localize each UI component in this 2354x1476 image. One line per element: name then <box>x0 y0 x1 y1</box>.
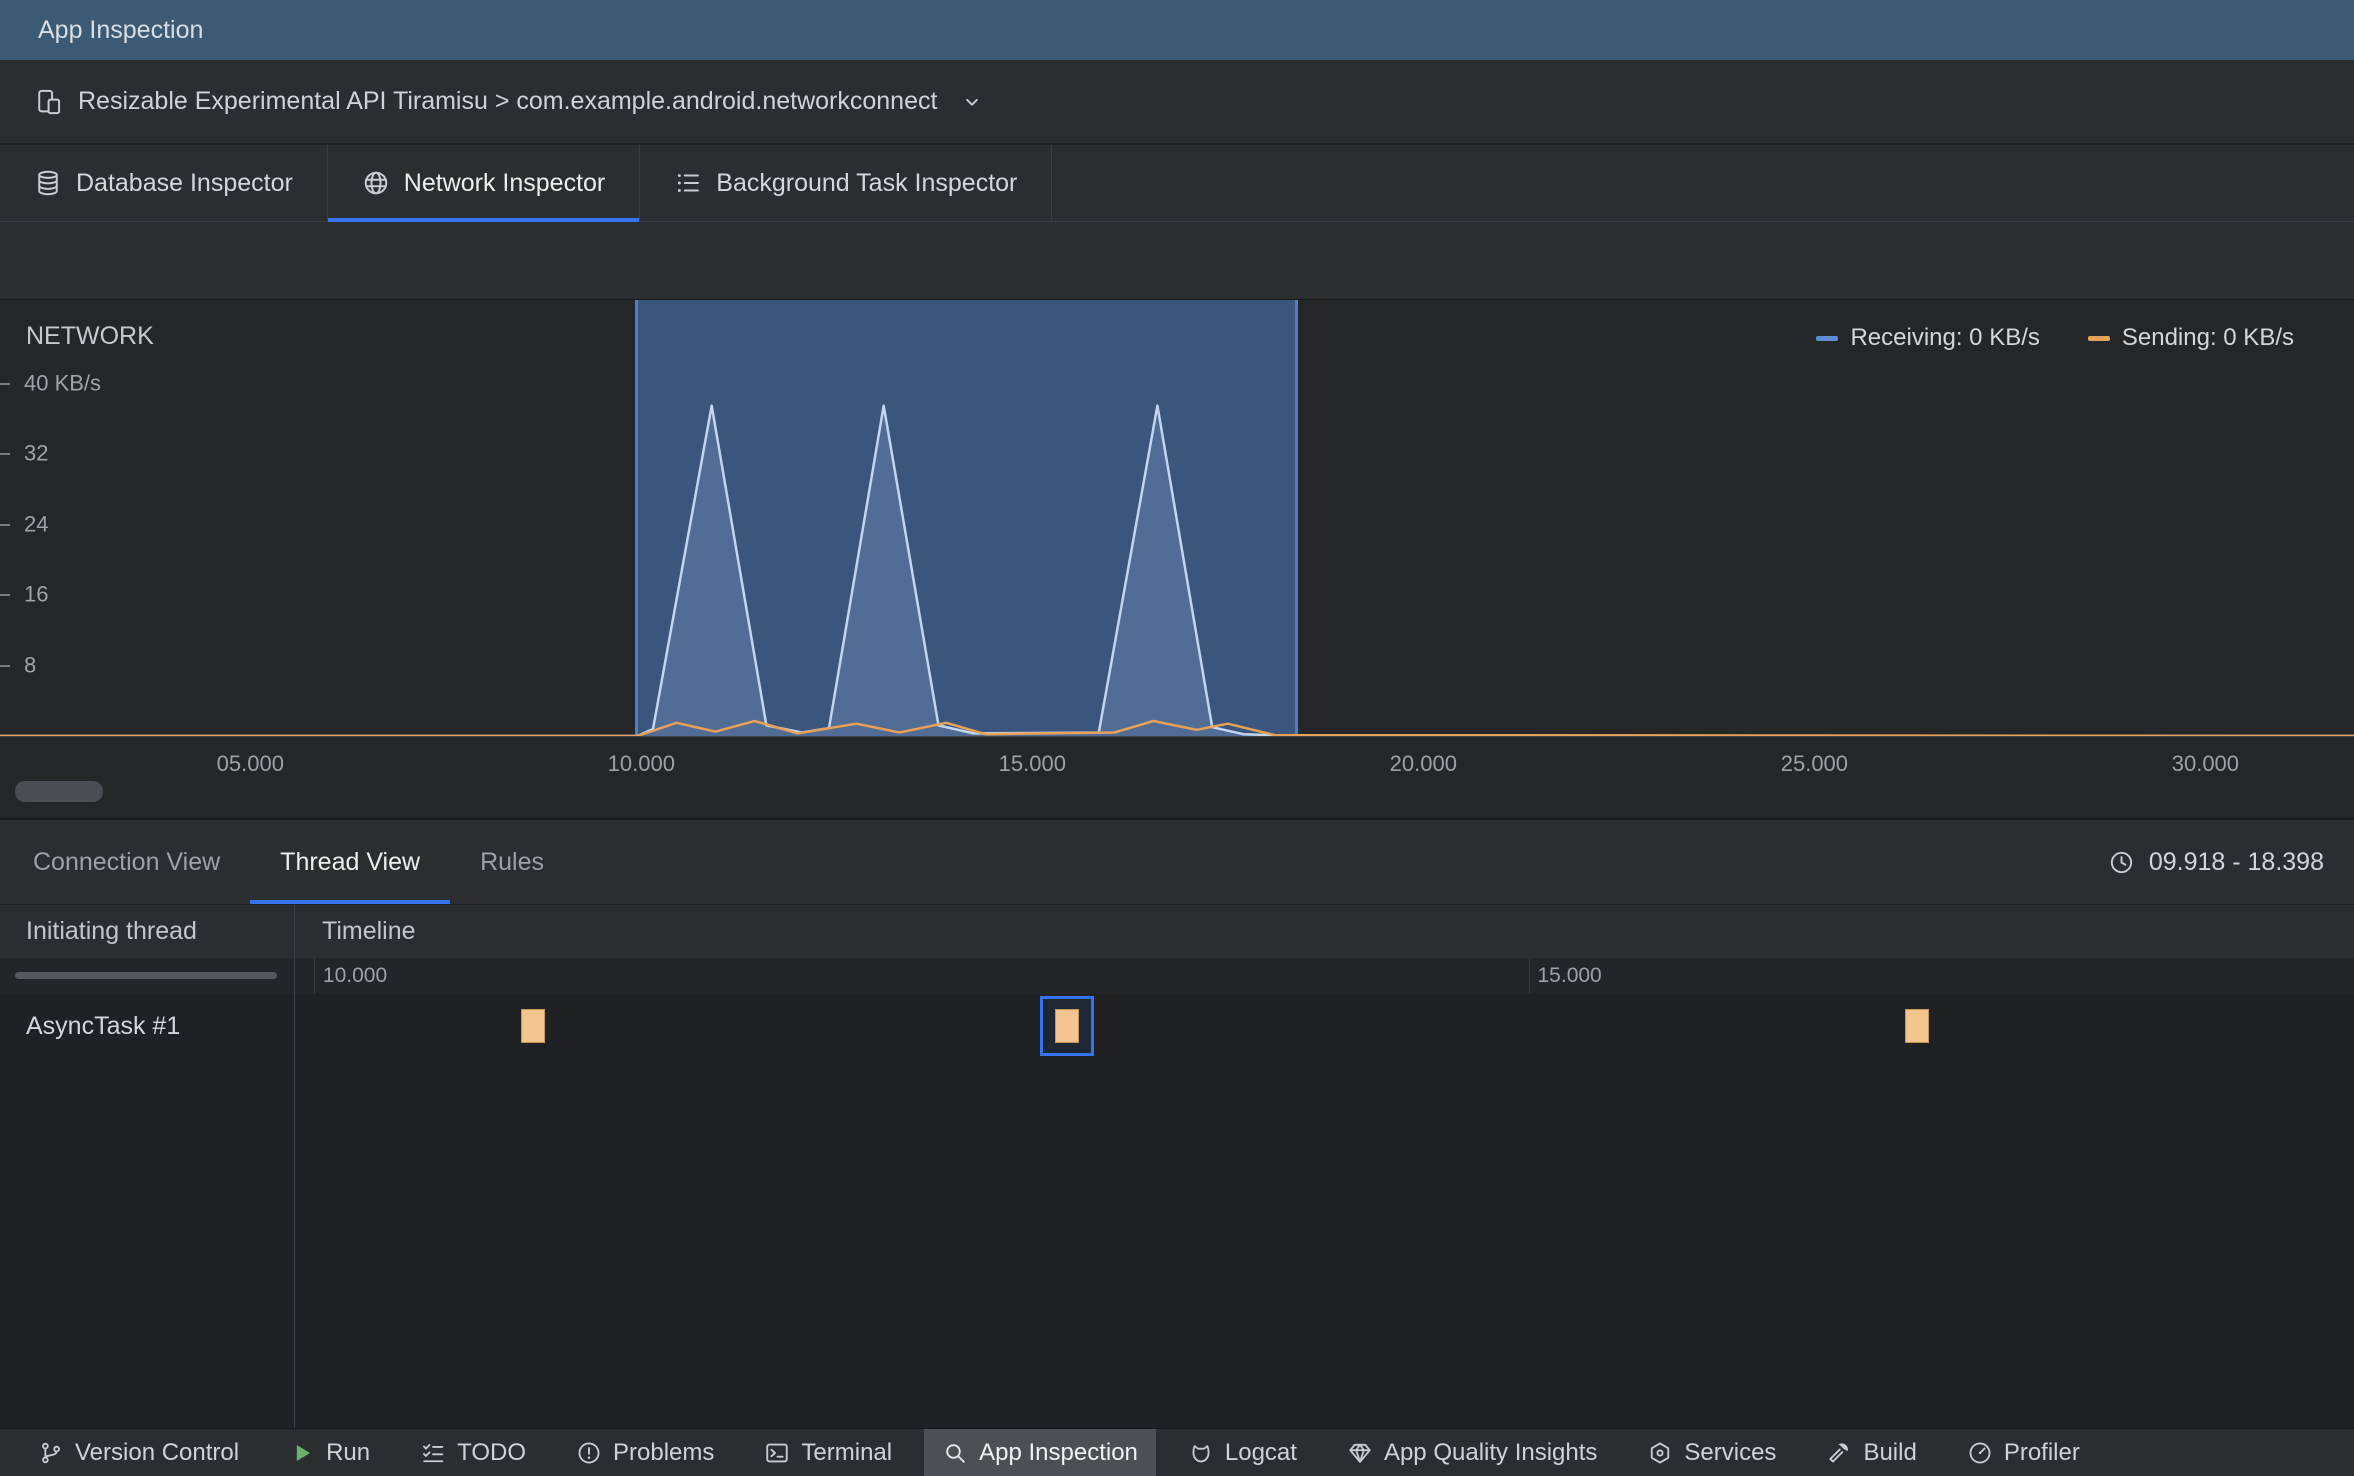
tab-database-inspector[interactable]: Database Inspector <box>0 145 328 221</box>
ruler-label: 10.000 <box>322 964 388 987</box>
branch-icon <box>38 1440 64 1466</box>
terminal-icon <box>764 1440 790 1466</box>
toolwindow-label: Build <box>1863 1438 1917 1466</box>
tab-background-task-inspector[interactable]: Background Task Inspector <box>640 145 1053 221</box>
chart-horizontal-scrollbar[interactable] <box>15 781 103 802</box>
toolwindow-label: Problems <box>613 1438 715 1466</box>
column-divider[interactable] <box>294 904 295 1428</box>
network-view-toolbar: Connection View Thread View Rules 09.918 -… <box>0 818 2354 904</box>
profiler-icon <box>1967 1440 1993 1466</box>
tab-label: Database Inspector <box>76 168 293 197</box>
toolwindow-label: App Inspection <box>979 1438 1138 1466</box>
clock-icon <box>2108 849 2135 876</box>
view-tab-label: Rules <box>480 847 544 876</box>
network-usage-chart[interactable]: NETWORK Receiving: 0 KB/s Sending: 0 KB/s… <box>0 300 2354 736</box>
toolwindow-app-quality-insights[interactable]: App Quality Insights <box>1347 1429 1597 1476</box>
chart-series <box>0 300 2354 736</box>
todo-icon <box>420 1440 446 1466</box>
inspector-tabs: Database Inspector Network Inspector Backg… <box>0 145 2354 222</box>
tool-window-title: App Inspection <box>38 15 204 44</box>
view-tab-thread-view[interactable]: Thread View <box>250 820 450 904</box>
device-icon <box>34 88 62 116</box>
x-axis-label: 05.000 <box>216 751 284 776</box>
toolwindow-todo[interactable]: TODO <box>420 1429 526 1476</box>
x-axis-label: 30.000 <box>2171 751 2240 776</box>
network-event-block[interactable] <box>1055 1009 1079 1043</box>
ruler-gridline <box>313 958 315 994</box>
x-axis-label: 10.000 <box>607 751 675 776</box>
toolwindow-build[interactable]: Build <box>1826 1429 1917 1476</box>
insights-icon <box>1347 1440 1373 1466</box>
toolwindow-label: Run <box>326 1438 371 1466</box>
ruler-label: 15.000 <box>1537 964 1602 987</box>
tab-label: Background Task Inspector <box>716 168 1018 197</box>
toolwindow-label: Profiler <box>2003 1438 2080 1466</box>
thread-table-body: AsyncTask #1 <box>0 994 2354 1428</box>
thread-column-scrollbar[interactable] <box>15 972 277 979</box>
x-axis-label: 20.000 <box>1389 751 1457 776</box>
toolwindow-logcat[interactable]: Logcat <box>1188 1429 1297 1476</box>
tool-window-titlebar: App Inspection <box>0 0 2354 60</box>
view-tab-label: Thread View <box>280 847 421 876</box>
toolwindow-label: Version Control <box>75 1438 240 1466</box>
x-axis-label: 25.000 <box>1780 751 1849 776</box>
network-event-block[interactable] <box>1905 1009 1930 1043</box>
view-tabs: Connection View Thread View Rules <box>0 820 574 904</box>
problems-icon <box>576 1440 602 1466</box>
column-timeline: Timeline <box>322 917 416 945</box>
column-initiating-thread: Initiating thread <box>26 917 197 945</box>
toolwindow-label: App Quality Insights <box>1383 1438 1598 1466</box>
logcat-icon <box>1188 1440 1214 1466</box>
selected-time-range: 09.918 - 18.398 <box>2108 820 2354 904</box>
database-icon <box>34 169 62 197</box>
thread-row-label[interactable]: AsyncTask #1 <box>26 1012 180 1041</box>
network-event-block[interactable] <box>520 1009 545 1043</box>
build-icon <box>1826 1440 1852 1466</box>
view-tab-connection-view[interactable]: Connection View <box>3 820 250 904</box>
toolwindow-terminal[interactable]: Terminal <box>764 1429 892 1476</box>
tab-network-inspector[interactable]: Network Inspector <box>327 145 641 222</box>
time-range-label: 09.918 - 18.398 <box>2148 847 2324 876</box>
toolwindow-services[interactable]: Services <box>1647 1429 1776 1476</box>
x-axis-label: 15.000 <box>998 751 1066 776</box>
globe-icon <box>362 169 390 197</box>
chart-time-axis: 05.000 10.000 15.000 20.000 25.000 30.000 <box>0 736 2354 818</box>
task-list-icon <box>674 169 702 197</box>
toolwindow-label: Logcat <box>1224 1438 1297 1466</box>
toolwindow-label: TODO <box>457 1438 527 1466</box>
thread-table-header: Initiating thread Timeline <box>0 904 2354 958</box>
chevron-down-icon[interactable] <box>959 89 985 115</box>
toolwindow-label: Terminal <box>801 1438 893 1466</box>
tab-label: Network Inspector <box>403 168 606 197</box>
view-tab-rules[interactable]: Rules <box>450 820 574 904</box>
timeline-ruler: 10.000 15.000 <box>0 958 2354 994</box>
toolwindow-app-inspection[interactable]: App Inspection <box>924 1429 1156 1476</box>
toolwindow-profiler[interactable]: Profiler <box>1967 1429 2080 1476</box>
inspector-toolbar <box>0 222 2354 300</box>
view-tab-label: Connection View <box>33 847 221 876</box>
services-icon <box>1647 1440 1673 1466</box>
tool-window-bar: Version Control Run TODO Problems Terminal Ap… <box>0 1428 2354 1476</box>
process-selector-label: Resizable Experimental API Tiramisu > co… <box>78 87 938 115</box>
run-icon <box>289 1440 315 1466</box>
toolwindow-problems[interactable]: Problems <box>576 1429 714 1476</box>
network-chart-section: NETWORK Receiving: 0 KB/s Sending: 0 KB/s… <box>0 300 2354 818</box>
toolwindow-run[interactable]: Run <box>289 1429 370 1476</box>
toolwindow-label: Services <box>1684 1438 1777 1466</box>
app-inspection-icon <box>942 1440 968 1466</box>
ruler-gridline <box>1528 958 1530 994</box>
toolwindow-version-control[interactable]: Version Control <box>38 1429 239 1476</box>
process-selector[interactable]: Resizable Experimental API Tiramisu > co… <box>0 60 2354 144</box>
